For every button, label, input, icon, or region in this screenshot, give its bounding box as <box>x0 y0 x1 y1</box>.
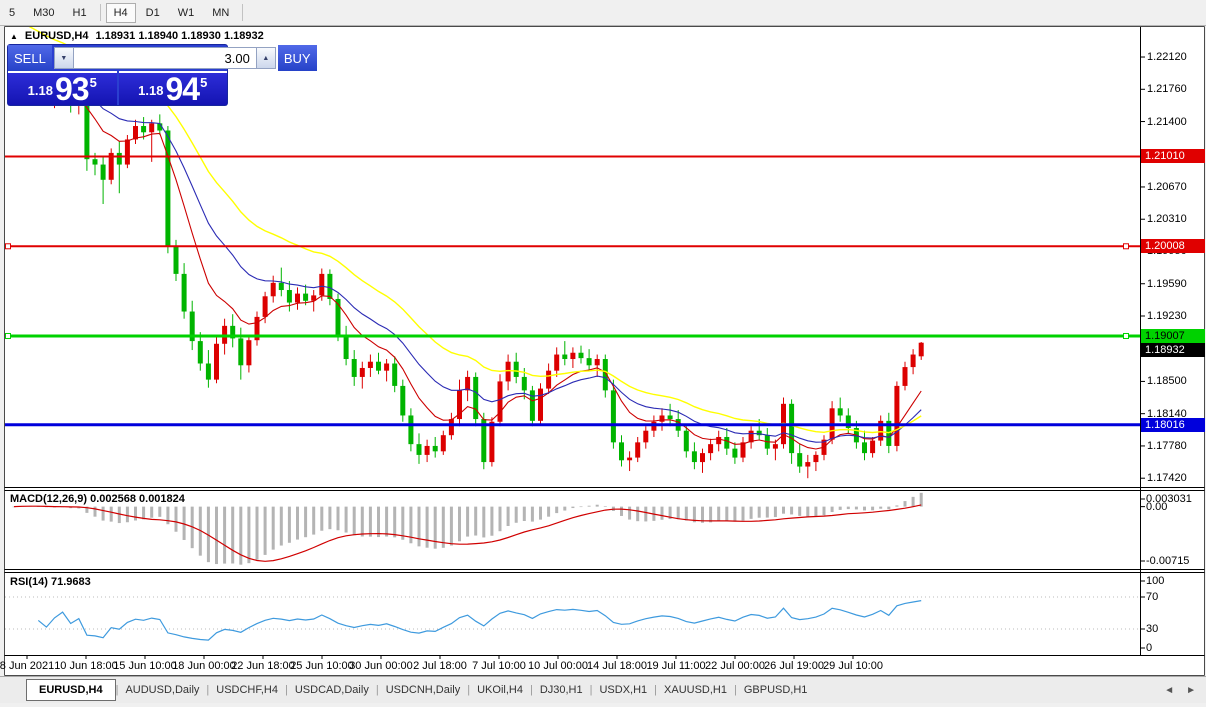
bid-ask-display: 1.18 93 5 1.18 94 5 <box>8 71 227 105</box>
toolbar-separator <box>242 4 243 21</box>
timeframe-toolbar: 5M30H1 H4D1W1MN <box>0 0 1206 26</box>
volume-decrease-button[interactable]: ▼ <box>54 47 74 69</box>
tab-usdcad-daily[interactable]: USDCAD,Daily <box>288 680 376 700</box>
chart-title-bar: ▲ EURUSD,H4 1.18931 1.18940 1.18930 1.18… <box>10 30 264 42</box>
timeframe-button-h1[interactable]: H1 <box>65 3 95 23</box>
bid-price-prefix: 1.18 <box>28 83 53 98</box>
timeframe-button-d1[interactable]: D1 <box>138 3 168 23</box>
symbol-period-label: EURUSD,H4 <box>25 30 89 42</box>
volume-stepper: ▼ ▲ <box>52 45 278 71</box>
tab-usdx-h1[interactable]: USDX,H1 <box>592 680 654 700</box>
tab-ukoil-h4[interactable]: UKOil,H4 <box>470 680 530 700</box>
tab-scroll-right-icon[interactable]: ► <box>1186 685 1196 696</box>
bid-price[interactable]: 1.18 93 5 <box>8 71 117 105</box>
volume-increase-button[interactable]: ▲ <box>256 47 276 69</box>
tab-eurusd-h4-active[interactable]: EURUSD,H4 <box>26 679 116 701</box>
ask-price-big-digits: 94 <box>165 77 199 102</box>
tab-dj30-h1[interactable]: DJ30,H1 <box>533 680 590 700</box>
macd-indicator-label: MACD(12,26,9) 0.002568 0.001824 <box>10 493 185 505</box>
timeframe-button-w1[interactable]: W1 <box>170 3 203 23</box>
chart-window[interactable] <box>4 26 1204 675</box>
buy-button[interactable]: BUY <box>278 45 317 71</box>
timeframe-button-mn[interactable]: MN <box>204 3 237 23</box>
timeframe-button-5[interactable]: 5 <box>1 3 23 23</box>
tab-usdchf-h4[interactable]: USDCHF,H4 <box>209 680 285 700</box>
ask-price-pipette: 5 <box>200 75 207 90</box>
tab-scroll-left-icon[interactable]: ◄ <box>1164 685 1174 696</box>
bid-price-big-digits: 93 <box>55 77 89 102</box>
mt4-terminal-window: 5M30H1H4D1W1MN 1.221201.217601.214001.20… <box>0 0 1206 707</box>
toolbar-separator <box>100 4 101 21</box>
one-click-trading-panel: SELL ▼ ▲ BUY 1.18 93 5 1.18 94 5 <box>8 45 227 105</box>
symbol-tab-bar: EURUSD,H4 |AUDUSD,Daily|USDCHF,H4|USDCAD… <box>0 676 1206 703</box>
tab-gbpusd-h1[interactable]: GBPUSD,H1 <box>737 680 815 700</box>
volume-input[interactable] <box>74 47 256 69</box>
bid-price-pipette: 5 <box>90 75 97 90</box>
ask-price[interactable]: 1.18 94 5 <box>119 71 228 105</box>
timeframe-button-m30[interactable]: M30 <box>25 3 62 23</box>
ask-price-prefix: 1.18 <box>138 83 163 98</box>
collapse-triangle-icon[interactable]: ▲ <box>10 32 18 41</box>
tab-scroll-arrows: ◄ ► <box>1164 685 1196 696</box>
tab-xauusd-h1[interactable]: XAUUSD,H1 <box>657 680 734 700</box>
tab-audusd-daily[interactable]: AUDUSD,Daily <box>118 680 206 700</box>
timeframe-button-h4[interactable]: H4 <box>106 3 136 23</box>
ohlc-values: 1.18931 1.18940 1.18930 1.18932 <box>96 30 264 42</box>
trade-controls-row: SELL ▼ ▲ BUY <box>8 45 227 71</box>
tab-usdcnh-daily[interactable]: USDCNH,Daily <box>379 680 468 700</box>
rsi-indicator-label: RSI(14) 71.9683 <box>10 576 91 588</box>
sell-button[interactable]: SELL <box>8 45 52 71</box>
